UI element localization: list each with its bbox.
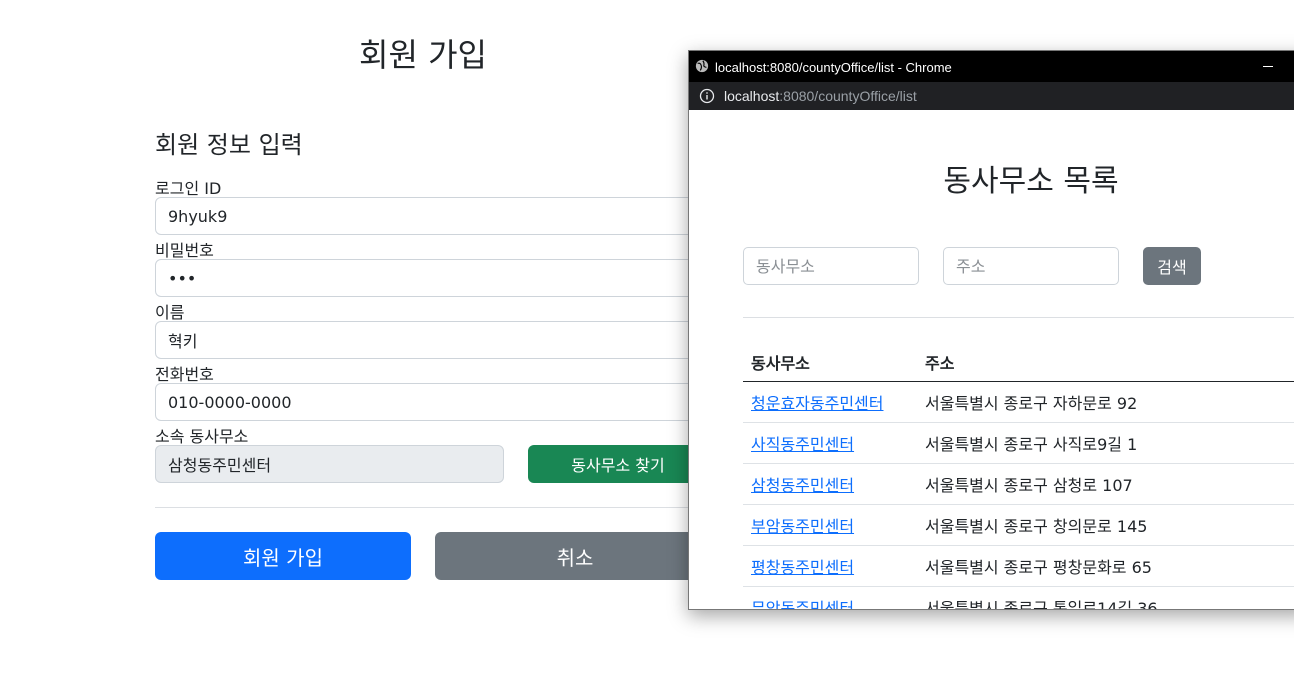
office-list-title: 동사무소 목록: [943, 164, 1119, 199]
table-row: 무악동주민센터 서울특별시 종로구 통일로14길 36: [743, 586, 1294, 609]
office-list-popup[interactable]: localhost:8080/countyOffice/list - Chrom…: [688, 50, 1294, 610]
popup-divider: [743, 317, 1294, 318]
office-address: 서울특별시 종로구 사직로9길 1: [917, 422, 1294, 464]
popup-url: localhost:8080/countyOffice/list: [724, 88, 917, 104]
header-office: 동사무소: [743, 342, 917, 382]
office-input[interactable]: [155, 445, 504, 483]
popup-address-bar[interactable]: localhost:8080/countyOffice/list: [689, 82, 1294, 110]
phone-input[interactable]: [155, 383, 715, 421]
name-label: 이름: [155, 303, 185, 322]
find-office-button[interactable]: 동사무소 찾기: [528, 445, 708, 483]
popup-window-title: localhost:8080/countyOffice/list - Chrom…: [715, 60, 952, 75]
name-input[interactable]: [155, 321, 715, 359]
signup-button[interactable]: 회원 가입: [155, 532, 411, 580]
office-link[interactable]: 사직동주민센터: [751, 435, 854, 454]
section-title: 회원 정보 입력: [155, 131, 303, 159]
table-row: 평창동주민센터 서울특별시 종로구 평창문화로 65: [743, 545, 1294, 587]
office-link[interactable]: 삼청동주민센터: [751, 476, 854, 495]
address-search-input[interactable]: [943, 247, 1119, 285]
header-address: 주소: [917, 342, 1294, 382]
phone-label: 전화번호: [155, 365, 214, 384]
url-path: :8080/countyOffice/list: [779, 88, 917, 104]
password-input[interactable]: [155, 259, 715, 297]
office-address: 서울특별시 종로구 창의문로 145: [917, 504, 1294, 546]
url-host: localhost: [724, 88, 780, 104]
minimize-icon[interactable]: [1263, 66, 1273, 67]
search-button[interactable]: 검색: [1143, 247, 1201, 285]
table-row: 청운효자동주민센터 서울특별시 종로구 자하문로 92: [743, 381, 1294, 423]
office-link[interactable]: 무악동주민센터: [751, 599, 854, 609]
popup-titlebar[interactable]: localhost:8080/countyOffice/list - Chrom…: [689, 51, 1294, 82]
login-id-label: 로그인 ID: [155, 179, 222, 198]
table-row: 삼청동주민센터 서울특별시 종로구 삼청로 107: [743, 463, 1294, 505]
office-link[interactable]: 부암동주민센터: [751, 517, 854, 536]
office-address: 서울특별시 종로구 통일로14길 36: [917, 586, 1294, 609]
info-icon[interactable]: [699, 88, 715, 104]
globe-icon: [695, 59, 709, 73]
office-table: 동사무소 주소 청운효자동주민센터 서울특별시 종로구 자하문로 92 사직동주…: [743, 342, 1294, 609]
office-address: 서울특별시 종로구 삼청로 107: [917, 463, 1294, 505]
office-link[interactable]: 평창동주민센터: [751, 558, 854, 577]
office-search-input[interactable]: [743, 247, 919, 285]
page-title: 회원 가입: [359, 36, 487, 74]
form-divider: [155, 507, 715, 508]
table-row: 사직동주민센터 서울특별시 종로구 사직로9길 1: [743, 422, 1294, 464]
cancel-button[interactable]: 취소: [435, 532, 715, 580]
popup-body: 동사무소 목록 검색 동사무소 주소 청운효자동주민센터 서울특별시 종로구 자…: [689, 110, 1294, 609]
password-label: 비밀번호: [155, 241, 214, 260]
office-link[interactable]: 청운효자동주민센터: [751, 394, 883, 413]
office-label: 소속 동사무소: [155, 427, 249, 446]
office-address: 서울특별시 종로구 평창문화로 65: [917, 545, 1294, 587]
page: 회원 가입 회원 정보 입력 로그인 ID 비밀번호 이름 전화번호 소속 동사…: [0, 0, 1294, 680]
table-row: 부암동주민센터 서울특별시 종로구 창의문로 145: [743, 504, 1294, 546]
table-header-row: 동사무소 주소: [743, 342, 1294, 382]
office-address: 서울특별시 종로구 자하문로 92: [917, 381, 1294, 423]
login-id-input[interactable]: [155, 197, 715, 235]
